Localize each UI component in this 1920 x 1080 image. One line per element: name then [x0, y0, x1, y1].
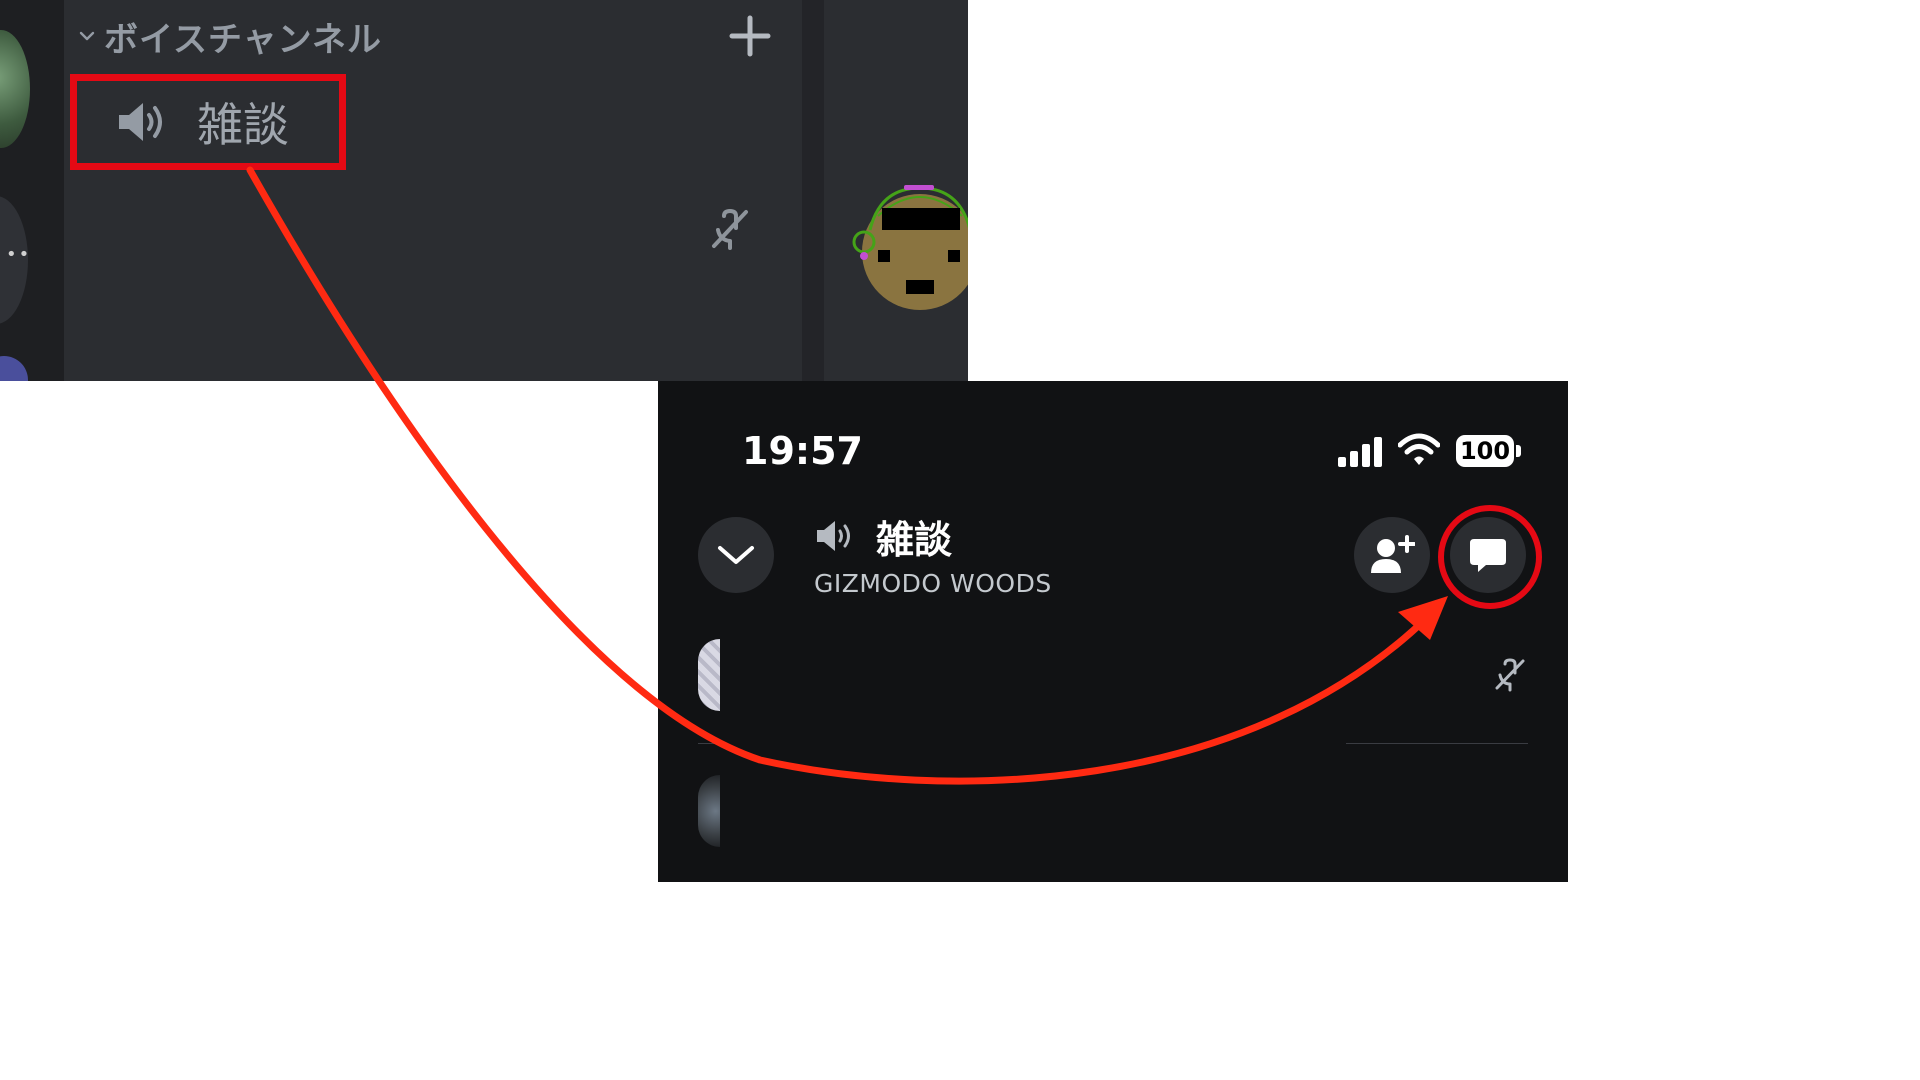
- server-rail: ••: [0, 0, 64, 381]
- participant-avatar[interactable]: [698, 775, 720, 847]
- speaker-icon: [119, 103, 162, 141]
- row-divider: [698, 743, 720, 744]
- channel-list: ボイスチャンネル 雑談: [64, 0, 802, 381]
- desktop-discord-screenshot: •• ボイスチャンネル 雑談: [0, 0, 968, 381]
- collapse-button[interactable]: [698, 517, 774, 593]
- voice-channel-item[interactable]: 雑談: [70, 74, 346, 170]
- category-label: ボイスチャンネル: [104, 19, 382, 60]
- voice-category-header[interactable]: ボイスチャンネル: [78, 12, 382, 60]
- battery-body: 100: [1456, 435, 1514, 467]
- row-divider: [1346, 743, 1528, 744]
- mic-muted-icon: [712, 208, 748, 250]
- member-panel: [824, 0, 968, 381]
- cellular-signal-icon: [1338, 437, 1382, 467]
- battery-level: 100: [1459, 437, 1511, 465]
- server-avatar[interactable]: [0, 30, 30, 148]
- voice-channel-label: 雑談: [197, 98, 289, 152]
- mic-muted-icon: [1495, 658, 1525, 692]
- plus-icon[interactable]: [728, 14, 772, 58]
- status-bar-time: 19:57: [742, 429, 863, 473]
- server-name: GIZMODO WOODS: [814, 569, 1052, 598]
- chat-button-highlight-ring: [1438, 505, 1542, 609]
- battery-tip: [1516, 445, 1521, 457]
- phone-discord-screenshot: 19:57 100 雑談 GIZMODO WOODS: [658, 381, 1568, 882]
- invite-button[interactable]: [1354, 517, 1430, 593]
- chevron-down-icon: [79, 31, 95, 41]
- speaker-icon: [817, 521, 850, 551]
- chevron-down-icon: [718, 546, 754, 564]
- participant-avatar[interactable]: [698, 639, 720, 711]
- panel-divider: [802, 0, 824, 381]
- channel-title: 雑談: [876, 518, 953, 562]
- wifi-icon: [1398, 433, 1440, 465]
- more-dots-icon: ••: [6, 244, 32, 265]
- battery-icon: 100: [1456, 435, 1522, 469]
- user-avatar[interactable]: [850, 180, 968, 312]
- add-user-icon: [1371, 535, 1415, 573]
- server-avatar[interactable]: [0, 356, 28, 381]
